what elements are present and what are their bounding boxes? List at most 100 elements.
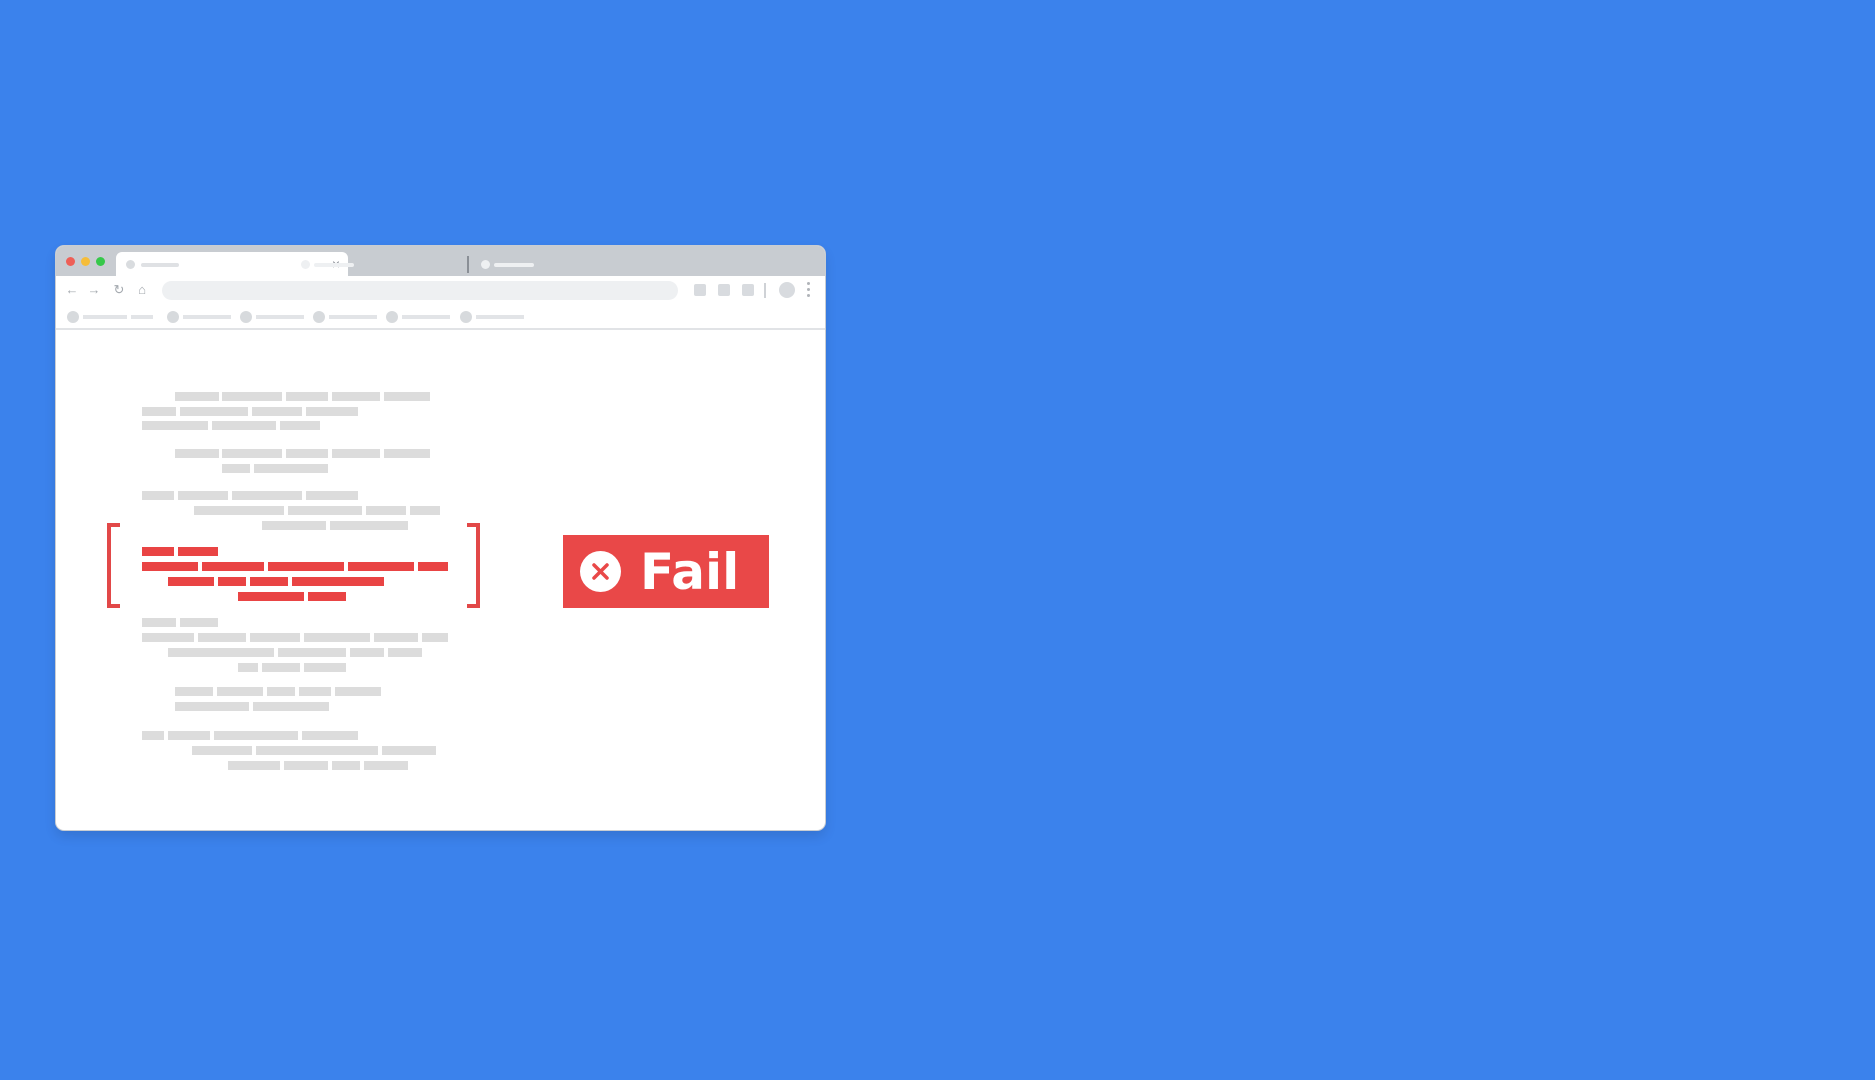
- highlighted-text-line: [142, 547, 174, 556]
- text-line-placeholder: [304, 633, 370, 642]
- tab-separator: [467, 256, 469, 273]
- window-maximize-button[interactable]: [96, 257, 105, 266]
- text-line-placeholder: [175, 687, 213, 696]
- text-line-placeholder: [306, 407, 358, 416]
- text-line-placeholder: [142, 633, 194, 642]
- tab-favicon-icon: [301, 260, 310, 269]
- extension-icon[interactable]: [742, 284, 754, 296]
- highlighted-text-line: [268, 562, 344, 571]
- bookmark-label-placeholder[interactable]: [329, 315, 377, 319]
- text-line-placeholder: [175, 702, 249, 711]
- bookmark-favicon-icon[interactable]: [386, 311, 398, 323]
- text-line-placeholder: [410, 506, 440, 515]
- text-line-placeholder: [142, 731, 164, 740]
- profile-avatar-icon[interactable]: [779, 282, 795, 298]
- bookmark-favicon-icon[interactable]: [67, 311, 79, 323]
- bookmarks-bar: [56, 306, 825, 328]
- text-line-placeholder: [180, 407, 248, 416]
- bookmark-favicon-icon[interactable]: [313, 311, 325, 323]
- home-icon[interactable]: ⌂: [135, 282, 149, 298]
- highlighted-text-line: [348, 562, 414, 571]
- text-line-placeholder: [180, 618, 218, 627]
- text-line-placeholder: [232, 491, 302, 500]
- highlighted-text-line: [202, 562, 264, 571]
- tab-favicon-icon: [481, 260, 490, 269]
- left-bracket: [107, 523, 120, 608]
- browser-tab-3[interactable]: [474, 252, 634, 276]
- text-line-placeholder: [364, 761, 408, 770]
- bookmark-label-placeholder[interactable]: [83, 315, 127, 319]
- text-line-placeholder: [304, 663, 346, 672]
- text-line-placeholder: [217, 687, 263, 696]
- more-menu-icon[interactable]: [807, 282, 811, 299]
- bookmark-label-placeholder[interactable]: [256, 315, 304, 319]
- text-line-placeholder: [374, 633, 418, 642]
- highlighted-text-line: [218, 577, 246, 586]
- text-line-placeholder: [366, 506, 406, 515]
- text-line-placeholder: [330, 521, 408, 530]
- highlighted-text-line: [308, 592, 346, 601]
- highlighted-text-line: [238, 592, 304, 601]
- bookmark-favicon-icon[interactable]: [460, 311, 472, 323]
- window-minimize-button[interactable]: [81, 257, 90, 266]
- text-line-placeholder: [222, 392, 282, 401]
- bookmark-label-placeholder[interactable]: [183, 315, 231, 319]
- text-line-placeholder: [254, 464, 328, 473]
- text-line-placeholder: [288, 506, 362, 515]
- address-bar[interactable]: [162, 281, 678, 300]
- bookmark-label-placeholder[interactable]: [131, 315, 153, 319]
- bookmark-favicon-icon[interactable]: [167, 311, 179, 323]
- text-line-placeholder: [250, 633, 300, 642]
- text-line-placeholder: [178, 491, 228, 500]
- browser-titlebar: ×: [56, 246, 825, 276]
- bookmark-favicon-icon[interactable]: [240, 311, 252, 323]
- forward-arrow-icon[interactable]: →: [87, 282, 101, 298]
- text-line-placeholder: [278, 648, 346, 657]
- highlighted-text-line: [142, 562, 198, 571]
- text-line-placeholder: [286, 392, 328, 401]
- extension-icon[interactable]: [694, 284, 706, 296]
- text-line-placeholder: [222, 449, 282, 458]
- text-line-placeholder: [198, 633, 246, 642]
- tab-favicon-icon: [126, 260, 135, 269]
- text-line-placeholder: [252, 407, 302, 416]
- text-line-placeholder: [212, 421, 276, 430]
- window-close-button[interactable]: [66, 257, 75, 266]
- text-line-placeholder: [238, 663, 258, 672]
- browser-toolbar: ← → ↻ ⌂: [56, 276, 825, 306]
- text-line-placeholder: [306, 491, 358, 500]
- text-line-placeholder: [332, 761, 360, 770]
- back-arrow-icon[interactable]: ←: [65, 282, 79, 298]
- toolbar-divider: [56, 328, 825, 330]
- text-line-placeholder: [280, 421, 320, 430]
- text-line-placeholder: [214, 731, 298, 740]
- bookmark-label-placeholder[interactable]: [402, 315, 450, 319]
- x-circle-icon: [580, 551, 621, 592]
- highlighted-text-line: [418, 562, 448, 571]
- extension-icon[interactable]: [718, 284, 730, 296]
- text-line-placeholder: [332, 392, 380, 401]
- text-line-placeholder: [388, 648, 422, 657]
- tab-title-placeholder: [314, 263, 354, 267]
- text-line-placeholder: [286, 449, 328, 458]
- text-line-placeholder: [384, 392, 430, 401]
- text-line-placeholder: [262, 521, 326, 530]
- reload-icon[interactable]: ↻: [112, 282, 126, 298]
- text-line-placeholder: [222, 464, 250, 473]
- text-line-placeholder: [168, 731, 210, 740]
- text-line-placeholder: [142, 421, 208, 430]
- browser-tab-2[interactable]: [294, 252, 454, 276]
- bookmark-label-placeholder[interactable]: [476, 315, 524, 319]
- highlighted-text-line: [250, 577, 288, 586]
- text-line-placeholder: [350, 648, 384, 657]
- text-line-placeholder: [194, 506, 284, 515]
- text-line-placeholder: [253, 702, 329, 711]
- right-bracket: [467, 523, 480, 608]
- tab-title-placeholder: [494, 263, 534, 267]
- tab-title-placeholder: [141, 263, 179, 267]
- fail-badge: Fail: [563, 535, 769, 608]
- text-line-placeholder: [384, 449, 430, 458]
- text-line-placeholder: [228, 761, 280, 770]
- text-line-placeholder: [175, 449, 219, 458]
- highlighted-text-line: [178, 547, 218, 556]
